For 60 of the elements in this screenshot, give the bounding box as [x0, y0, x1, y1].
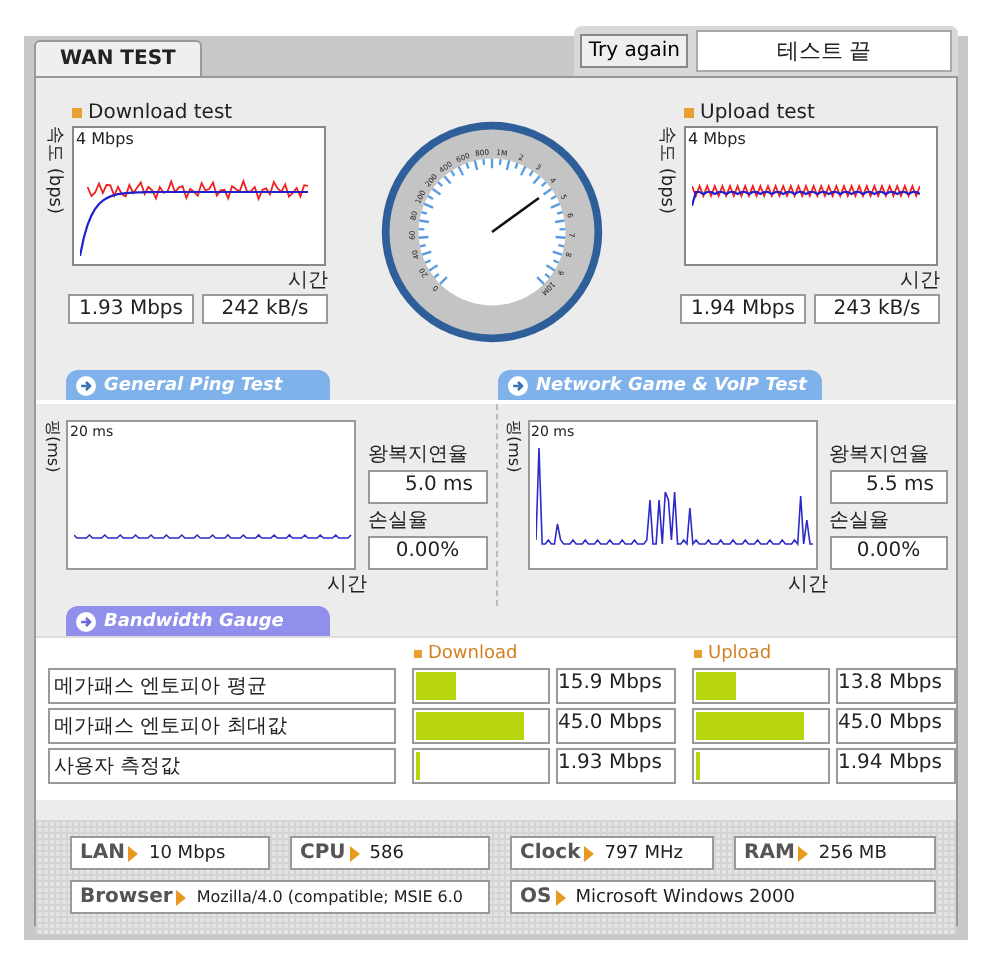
value-field: 13.8 Mbps: [836, 668, 956, 704]
column-header: Download: [428, 644, 518, 664]
loss-label: 손실율: [368, 508, 430, 534]
info-field: RAM 256 MB: [734, 836, 936, 870]
bytes-field: 242 kB/s: [202, 294, 328, 324]
row-label: 메가패스 엔토피아 평균: [48, 668, 396, 704]
latency-field: 5.0 ms: [368, 470, 487, 504]
axis-label: 속도 (bps): [42, 126, 66, 214]
scale-label: 4 Mbps: [76, 130, 134, 148]
triangle-icon: [798, 845, 809, 861]
loss-field: 0.00%: [368, 536, 487, 570]
triangle-icon: [555, 889, 566, 905]
rate-field: 1.94 Mbps: [680, 294, 806, 324]
latency-label: 왕복지연율: [829, 442, 931, 468]
triangle-icon: [349, 845, 360, 861]
axis-label: 시간: [288, 270, 328, 292]
axis-label: 시간: [900, 270, 940, 292]
info-field: Browser Mozilla/4.0 (compatible; MSIE 6.0: [70, 880, 490, 914]
chart-title: Download test: [88, 102, 233, 124]
section-tab[interactable]: Bandwidth Gauge: [66, 606, 330, 636]
axis-label: 핑(ms): [503, 420, 525, 473]
scale-label: 4 Mbps: [688, 130, 746, 148]
axis-label: 시간: [788, 574, 828, 596]
loss-label: 손실율: [829, 508, 891, 534]
triangle-icon: [584, 845, 595, 861]
info-field: LAN 10 Mbps: [70, 836, 270, 870]
axis-label: 속도 (bps): [654, 126, 678, 214]
square-bullet-icon: [684, 108, 694, 118]
latency-label: 왕복지연율: [368, 442, 470, 468]
arrow-circle-icon: [76, 376, 96, 396]
bytes-field: 243 kB/s: [814, 294, 940, 324]
column-header: Upload: [708, 644, 772, 664]
wan-test-tab[interactable]: WAN TEST: [34, 40, 202, 76]
triangle-icon: [176, 889, 187, 905]
info-field: Clock 797 MHz: [510, 836, 714, 870]
value-field: 1.93 Mbps: [556, 748, 676, 784]
rate-field: 1.93 Mbps: [68, 294, 194, 324]
status-field: 테스트 끝: [696, 30, 952, 72]
row-label: 사용자 측정값: [48, 748, 396, 784]
info-field: OS Microsoft Windows 2000: [510, 880, 936, 914]
loss-field: 0.00%: [829, 536, 948, 570]
triangle-icon: [128, 845, 139, 861]
value-field: 15.9 Mbps: [556, 668, 676, 704]
value-field: 45.0 Mbps: [836, 708, 956, 744]
chart-title: Upload test: [700, 102, 815, 124]
axis-label: 시간: [327, 574, 367, 596]
value-field: 45.0 Mbps: [556, 708, 676, 744]
axis-label: 핑(ms): [42, 420, 64, 473]
value-field: 1.94 Mbps: [836, 748, 956, 784]
row-label: 메가패스 엔토피아 최대값: [48, 708, 396, 744]
try-again-button[interactable]: Try again: [580, 34, 688, 68]
arrow-circle-icon: [76, 612, 96, 632]
square-bullet-icon: [694, 650, 702, 658]
section-tab[interactable]: General Ping Test: [66, 370, 330, 400]
latency-field: 5.5 ms: [829, 470, 948, 504]
square-bullet-icon: [72, 108, 82, 118]
info-field: CPU 586: [290, 836, 490, 870]
square-bullet-icon: [414, 650, 422, 658]
section-tab[interactable]: Network Game & VoIP Test: [498, 370, 823, 400]
arrow-circle-icon: [508, 376, 528, 396]
